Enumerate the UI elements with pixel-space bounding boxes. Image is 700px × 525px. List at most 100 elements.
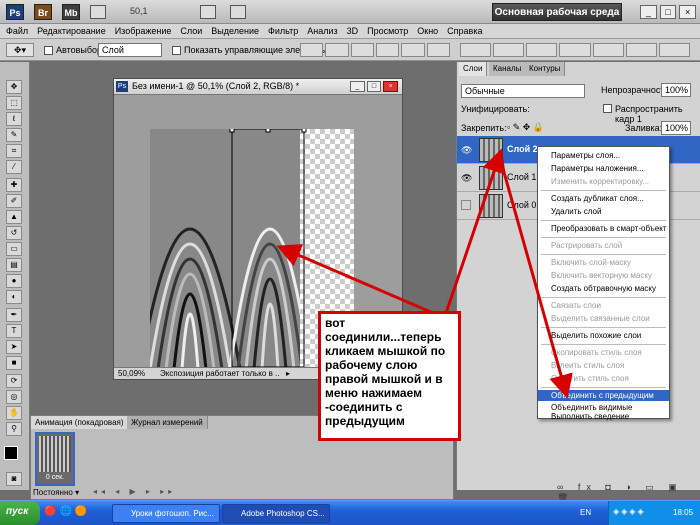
playback-controls[interactable]: ◂◂ ◂ ▶ ▸ ▸▸ <box>93 487 213 498</box>
taskbar-item-photoshop[interactable]: Adobe Photoshop CS... <box>222 504 330 523</box>
menu-edit[interactable]: Редактирование <box>37 26 106 36</box>
tab-measurement-log[interactable]: Журнал измерений <box>127 416 208 429</box>
doc-minimize-icon[interactable]: _ <box>350 81 365 92</box>
taskbar-item-browser[interactable]: Уроки фотошоп. Рис... <box>112 504 220 523</box>
opacity-field[interactable]: 100% <box>661 83 691 97</box>
eyedropper-tool-icon[interactable]: ⁄ <box>6 160 22 174</box>
menu-window[interactable]: Окно <box>417 26 438 36</box>
tab-animation[interactable]: Анимация (покадровая) <box>31 416 129 429</box>
lasso-tool-icon[interactable]: ℓ <box>6 112 22 126</box>
move-tool-preset-icon[interactable]: ✥▾ <box>6 43 34 57</box>
stamp-tool-icon[interactable]: ▲ <box>6 210 22 224</box>
3d-camera-tool-icon[interactable]: ◎ <box>6 390 22 404</box>
lock-icons[interactable]: ▫ ✎ ✥ 🔒 <box>507 122 544 133</box>
align-middle-icon[interactable] <box>325 43 349 57</box>
layers-footer-buttons[interactable]: ∞ fx ◘ ◑ ▭ ▣ 🗑 <box>557 482 697 503</box>
quick-mask-icon[interactable]: ◙ <box>6 472 22 486</box>
eraser-tool-icon[interactable]: ▭ <box>6 242 22 256</box>
start-button[interactable]: пуск <box>0 501 40 525</box>
crop-tool-icon[interactable]: ⌗ <box>6 144 22 158</box>
frame-time[interactable]: 0 сек. <box>37 474 73 481</box>
3d-rotate-tool-icon[interactable]: ⟳ <box>6 374 22 388</box>
quick-select-tool-icon[interactable]: ✎ <box>6 128 22 142</box>
type-tool-icon[interactable]: T <box>6 324 22 338</box>
hand-tool-icon[interactable]: ✋ <box>6 406 22 420</box>
menu-item-select-similar[interactable]: Выделить похожие слои <box>538 330 669 341</box>
tab-layers[interactable]: Слои <box>459 62 488 76</box>
animation-frame[interactable]: 0 сек. <box>35 432 75 486</box>
menu-analysis[interactable]: Анализ <box>307 26 337 36</box>
healing-tool-icon[interactable]: ✚ <box>6 178 22 192</box>
minibridge-button[interactable]: Mb <box>62 4 80 20</box>
dodge-tool-icon[interactable]: ◐ <box>6 290 22 304</box>
loop-select[interactable]: Постоянно ▾ <box>33 488 79 497</box>
menu-filter[interactable]: Фильтр <box>268 26 298 36</box>
tab-paths[interactable]: Контуры <box>525 62 566 76</box>
menu-help[interactable]: Справка <box>447 26 482 36</box>
move-tool-icon[interactable]: ✥ <box>6 80 22 94</box>
quick-launch[interactable]: 🔴🌐🟠 <box>44 506 110 520</box>
menu-item-blending-options[interactable]: Параметры наложения... <box>538 163 669 174</box>
align-left-icon[interactable] <box>375 43 400 57</box>
blend-mode-select[interactable]: Обычные <box>461 84 585 98</box>
layer-name[interactable]: Слой 2 <box>507 144 538 154</box>
brush-tool-icon[interactable]: ✐ <box>6 194 22 208</box>
zoom-level[interactable]: 50,1 <box>130 6 148 16</box>
gradient-tool-icon[interactable]: ▤ <box>6 258 22 272</box>
extras-icon[interactable] <box>90 5 106 19</box>
eye-icon[interactable]: 👁 <box>461 173 472 183</box>
zoom-tool-icon[interactable]: ⚲ <box>6 422 22 436</box>
shape-tool-icon[interactable]: ■ <box>6 356 22 370</box>
align-bottom-icon[interactable] <box>350 43 374 57</box>
history-brush-tool-icon[interactable]: ↺ <box>6 226 22 240</box>
arrange-documents-icon[interactable] <box>200 5 216 19</box>
doc-close-icon[interactable]: × <box>383 81 399 92</box>
autoselect-checkbox[interactable] <box>44 46 53 55</box>
menu-3d[interactable]: 3D <box>347 26 359 36</box>
tray-icons[interactable]: ◈◈◈◈ <box>613 507 646 516</box>
workspace-button[interactable]: Основная рабочая среда <box>492 3 622 21</box>
document-title-bar[interactable]: Ps Без имени-1 @ 50,1% (Слой 2, RGB/8) *… <box>114 79 402 95</box>
visibility-box[interactable] <box>461 200 471 210</box>
screen-mode-icon[interactable] <box>230 5 246 19</box>
align-right-icon[interactable] <box>426 43 450 57</box>
distribute-center-icon[interactable] <box>493 43 525 57</box>
maximize-icon[interactable]: □ <box>659 5 677 19</box>
foreground-color-swatch[interactable] <box>4 446 18 460</box>
status-menu-icon[interactable]: ▸ <box>286 368 290 379</box>
auto-align-icon[interactable] <box>658 43 690 57</box>
minimize-icon[interactable]: _ <box>640 5 657 19</box>
menu-layers[interactable]: Слои <box>180 26 202 36</box>
distribute-top-icon[interactable] <box>460 43 492 57</box>
menu-image[interactable]: Изображение <box>115 26 172 36</box>
blur-tool-icon[interactable]: ● <box>6 274 22 288</box>
menu-item-merge-down[interactable]: Объединить с предыдущим <box>538 390 669 401</box>
layer-name[interactable]: Слой 0 <box>507 200 536 210</box>
show-controls-checkbox[interactable] <box>172 46 181 55</box>
tab-channels[interactable]: Каналы <box>489 62 527 76</box>
propagate-checkbox[interactable] <box>603 104 612 113</box>
document-zoom[interactable]: 50,09% <box>118 368 145 379</box>
autoselect-select[interactable]: Слой <box>98 43 162 57</box>
menu-item-create-clipping-mask[interactable]: Создать обтравочную маску <box>538 283 669 294</box>
layer-name[interactable]: Слой 1 <box>507 172 536 182</box>
marquee-tool-icon[interactable]: ⬚ <box>6 96 22 110</box>
fill-field[interactable]: 100% <box>661 121 691 135</box>
close-icon[interactable]: × <box>679 5 697 19</box>
menu-view[interactable]: Просмотр <box>367 26 408 36</box>
language-indicator[interactable]: EN <box>580 508 591 517</box>
menu-item-delete-layer[interactable]: Удалить слой <box>538 206 669 217</box>
path-select-tool-icon[interactable]: ➤ <box>6 340 22 354</box>
menu-item-layer-properties[interactable]: Параметры слоя... <box>538 150 669 161</box>
pen-tool-icon[interactable]: ✒ <box>6 308 22 322</box>
distribute-hcenter-icon[interactable] <box>592 43 624 57</box>
menu-item-flatten-image[interactable]: Выполнить сведение <box>538 413 669 421</box>
distribute-left-icon[interactable] <box>559 43 591 57</box>
menu-select[interactable]: Выделение <box>211 26 259 36</box>
menu-item-convert-smart-object[interactable]: Преобразовать в смарт-объект <box>538 223 669 234</box>
bridge-button[interactable]: Br <box>34 4 52 20</box>
distribute-bottom-icon[interactable] <box>526 43 558 57</box>
align-top-icon[interactable] <box>300 43 324 57</box>
eye-icon[interactable]: 👁 <box>461 145 472 155</box>
align-center-icon[interactable] <box>401 43 425 57</box>
